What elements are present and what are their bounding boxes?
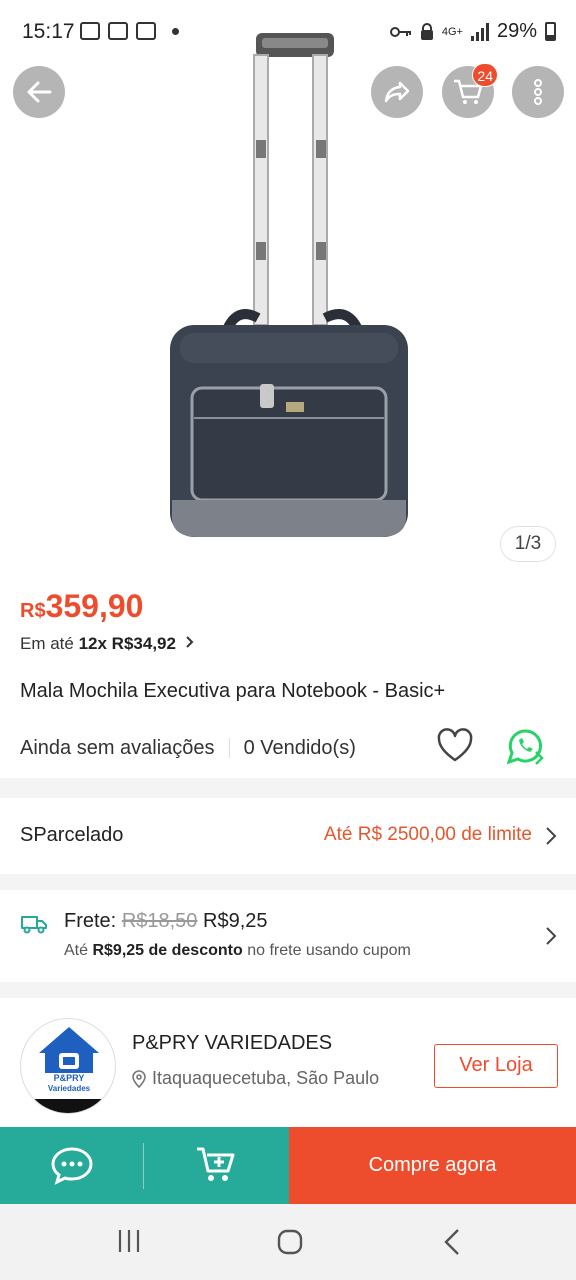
chevron-right-icon bbox=[185, 636, 194, 648]
view-store-button[interactable]: Ver Loja bbox=[434, 1044, 558, 1088]
store-location: Itaquaquecetuba, São Paulo bbox=[132, 1068, 379, 1089]
reviews-text[interactable]: Ainda sem avaliações bbox=[20, 737, 215, 760]
location-pin-icon bbox=[132, 1069, 146, 1088]
product-price: R$359,90 bbox=[20, 588, 143, 625]
installments-link[interactable]: Em até 12x R$34,92 bbox=[20, 634, 195, 654]
section-divider bbox=[0, 982, 576, 998]
shipping-new-price: R$9,25 bbox=[203, 910, 268, 932]
home-icon[interactable] bbox=[276, 1228, 304, 1256]
cart-badge: 24 bbox=[472, 63, 498, 87]
sparcelado-limit: Até R$ 2500,00 de limite bbox=[323, 824, 532, 845]
heart-icon[interactable] bbox=[436, 728, 474, 764]
shipping-price: Frete: R$18,50 R$9,25 bbox=[64, 910, 268, 932]
more-button[interactable] bbox=[512, 66, 564, 118]
image-counter: 1/3 bbox=[500, 526, 556, 562]
back-nav-icon[interactable] bbox=[442, 1228, 462, 1256]
chevron-right-icon bbox=[546, 827, 557, 845]
bottom-action-bar: Compre agora bbox=[0, 1127, 576, 1204]
product-image-gallery[interactable]: 24 1/3 bbox=[0, 0, 576, 580]
system-nav-bar bbox=[0, 1204, 576, 1280]
share-icon bbox=[384, 81, 410, 103]
sparcelado-row[interactable]: SParcelado Até R$ 2500,00 de limite bbox=[0, 798, 576, 874]
chat-icon[interactable] bbox=[50, 1145, 94, 1185]
cart-button[interactable]: 24 bbox=[442, 63, 498, 118]
back-button[interactable] bbox=[13, 66, 65, 118]
store-logo[interactable]: P&PRY Variedades bbox=[20, 1018, 116, 1114]
add-to-cart-icon[interactable] bbox=[195, 1145, 237, 1185]
price-value: 359,90 bbox=[45, 588, 144, 624]
chevron-right-icon bbox=[546, 927, 557, 945]
section-divider bbox=[0, 874, 576, 890]
arrow-left-icon bbox=[27, 81, 52, 103]
more-vertical-icon bbox=[534, 79, 542, 105]
store-name[interactable]: P&PRY VARIEDADES bbox=[132, 1032, 332, 1055]
store-section: P&PRY Variedades P&PRY VARIEDADES Itaqua… bbox=[0, 998, 576, 1126]
section-divider bbox=[0, 778, 576, 798]
divider bbox=[228, 738, 230, 758]
sparcelado-label: SParcelado bbox=[20, 824, 124, 846]
shipping-discount-note: Até R$9,25 de desconto no frete usando c… bbox=[64, 942, 411, 959]
buy-now-button[interactable]: Compre agora bbox=[289, 1127, 576, 1204]
truck-icon bbox=[21, 916, 47, 934]
divider bbox=[143, 1143, 144, 1189]
rating-row: Ainda sem avaliações 0 Vendido(s) bbox=[20, 728, 556, 766]
recent-apps-icon[interactable] bbox=[116, 1228, 142, 1254]
price-currency: R$ bbox=[20, 600, 46, 622]
product-title: Mala Mochila Executiva para Notebook - B… bbox=[20, 680, 446, 702]
whatsapp-icon[interactable] bbox=[506, 728, 546, 766]
installments-value: 12x R$34,92 bbox=[78, 634, 176, 653]
sold-count: 0 Vendido(s) bbox=[243, 736, 356, 759]
store-logo-image bbox=[21, 1027, 115, 1113]
share-button[interactable] bbox=[371, 66, 423, 118]
shipping-row[interactable]: Frete: R$18,50 R$9,25 Até R$9,25 de desc… bbox=[0, 890, 576, 982]
shipping-old-price: R$18,50 bbox=[121, 910, 198, 932]
